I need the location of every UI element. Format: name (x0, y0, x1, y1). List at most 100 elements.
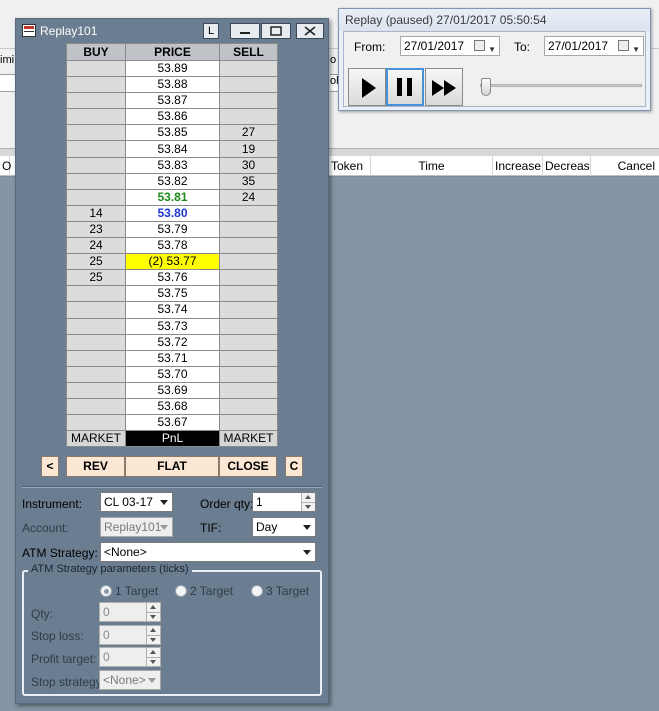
ask-cell[interactable] (219, 414, 278, 432)
price-cell[interactable]: 53.86 (125, 108, 220, 126)
bid-cell[interactable] (66, 108, 126, 126)
stop-loss-stepper[interactable]: 0 (99, 625, 161, 645)
replay-title[interactable]: Replay (paused) 27/01/2017 05:50:54 (339, 9, 650, 31)
ask-cell[interactable]: 24 (219, 188, 278, 206)
close-button[interactable] (296, 23, 324, 39)
bid-cell[interactable]: 25 (66, 253, 126, 271)
price-cell[interactable]: 53.75 (125, 285, 220, 303)
link-button[interactable]: L (203, 23, 219, 39)
increment-icon[interactable] (301, 493, 315, 502)
bid-cell[interactable] (66, 285, 126, 303)
price-cell[interactable]: 53.67 (125, 414, 220, 432)
radio-2-target[interactable]: 2 Target (175, 584, 233, 598)
decrement-icon[interactable] (146, 612, 160, 621)
bid-cell[interactable] (66, 349, 126, 367)
bid-cell[interactable]: 23 (66, 220, 126, 239)
bid-cell[interactable] (66, 124, 126, 142)
speed-slider-track[interactable] (480, 84, 642, 87)
price-cell[interactable]: 53.82 (125, 172, 220, 190)
column-header-increase[interactable]: Increase (493, 156, 543, 176)
ask-cell[interactable]: 35 (219, 172, 278, 190)
ask-cell[interactable] (219, 92, 278, 110)
ask-cell[interactable] (219, 301, 278, 319)
price-cell[interactable]: 53.76 (125, 269, 220, 287)
bid-cell[interactable] (66, 381, 126, 399)
price-cell[interactable]: 53.70 (125, 365, 220, 383)
sell-market-button[interactable]: MARKET (219, 430, 278, 448)
price-cell[interactable]: 53.78 (125, 237, 220, 255)
bid-cell[interactable] (66, 414, 126, 432)
to-date-picker[interactable]: 27/01/2017 ▼ (544, 36, 644, 56)
fast-forward-button[interactable] (425, 68, 463, 106)
qty-stepper[interactable]: 0 (99, 602, 161, 622)
atm-strategy-select[interactable]: <None> (100, 542, 316, 562)
column-header-o[interactable]: O (0, 156, 11, 176)
instrument-select[interactable]: CL 03-17 (100, 492, 173, 512)
bid-cell[interactable] (66, 365, 126, 383)
column-header-decrease[interactable]: Decreas (543, 156, 591, 176)
price-cell[interactable]: 53.83 (125, 156, 220, 174)
ask-cell[interactable] (219, 317, 278, 335)
ask-cell[interactable] (219, 365, 278, 383)
ask-cell[interactable]: 19 (219, 140, 278, 158)
ask-cell[interactable] (219, 220, 278, 239)
dom-title-bar[interactable]: Replay101 L (16, 19, 328, 43)
price-cell[interactable]: 53.74 (125, 301, 220, 319)
bid-cell[interactable] (66, 301, 126, 319)
radio-1-target[interactable]: 1 Target (100, 584, 158, 598)
price-cell[interactable]: (2) 53.77 (125, 253, 220, 271)
stop-strategy-select[interactable]: <None> (99, 670, 161, 690)
minimize-button[interactable] (230, 23, 260, 39)
background-field[interactable] (0, 74, 16, 92)
decrement-icon[interactable] (146, 635, 160, 644)
ask-cell[interactable]: 30 (219, 156, 278, 174)
flat-button[interactable]: FLAT (125, 456, 219, 477)
ask-cell[interactable] (219, 269, 278, 287)
bid-cell[interactable] (66, 172, 126, 190)
column-header-cancel[interactable]: Cancel (591, 156, 659, 176)
tif-select[interactable]: Day (252, 517, 316, 537)
increment-icon[interactable] (146, 648, 160, 657)
price-cell[interactable]: 53.72 (125, 333, 220, 351)
ask-cell[interactable]: 27 (219, 124, 278, 142)
ask-cell[interactable] (219, 285, 278, 303)
profit-target-stepper[interactable]: 0 (99, 647, 161, 667)
price-cell[interactable]: 53.69 (125, 381, 220, 399)
close-position-button[interactable]: CLOSE (219, 456, 277, 477)
decrement-icon[interactable] (146, 657, 160, 666)
increment-icon[interactable] (146, 603, 160, 612)
price-cell[interactable]: 53.87 (125, 92, 220, 110)
bid-cell[interactable] (66, 188, 126, 206)
reverse-button[interactable]: REV (66, 456, 125, 477)
price-cell[interactable]: 53.81 (125, 188, 220, 206)
radio-3-target[interactable]: 3 Target (251, 584, 309, 598)
from-date-picker[interactable]: 27/01/2017 ▼ (400, 36, 500, 56)
bid-cell[interactable]: 25 (66, 269, 126, 287)
price-cell[interactable]: 53.85 (125, 124, 220, 142)
buy-market-button[interactable]: MARKET (66, 430, 126, 448)
ask-cell[interactable] (219, 59, 278, 78)
order-qty-stepper[interactable]: 1 (252, 492, 316, 512)
collapse-left-button[interactable]: < (41, 456, 59, 477)
column-header-time[interactable]: Time (371, 156, 493, 176)
ask-cell[interactable] (219, 237, 278, 255)
ask-cell[interactable] (219, 253, 278, 271)
ask-cell[interactable] (219, 76, 278, 94)
ask-cell[interactable] (219, 333, 278, 351)
pnl-display[interactable]: PnL (125, 430, 220, 448)
bid-cell[interactable] (66, 59, 126, 78)
column-header-token[interactable]: Token (329, 156, 371, 176)
price-cell[interactable]: 53.68 (125, 397, 220, 416)
bid-cell[interactable] (66, 317, 126, 335)
price-cell[interactable]: 53.79 (125, 220, 220, 239)
decrement-icon[interactable] (301, 502, 315, 511)
price-cell[interactable]: 53.89 (125, 59, 220, 78)
price-cell[interactable]: 53.71 (125, 349, 220, 367)
increment-icon[interactable] (146, 626, 160, 635)
bid-cell[interactable] (66, 333, 126, 351)
bid-cell[interactable] (66, 156, 126, 174)
ask-cell[interactable] (219, 349, 278, 367)
ask-cell[interactable] (219, 108, 278, 126)
ask-cell[interactable] (219, 381, 278, 399)
cancel-all-button[interactable]: C (285, 456, 303, 477)
